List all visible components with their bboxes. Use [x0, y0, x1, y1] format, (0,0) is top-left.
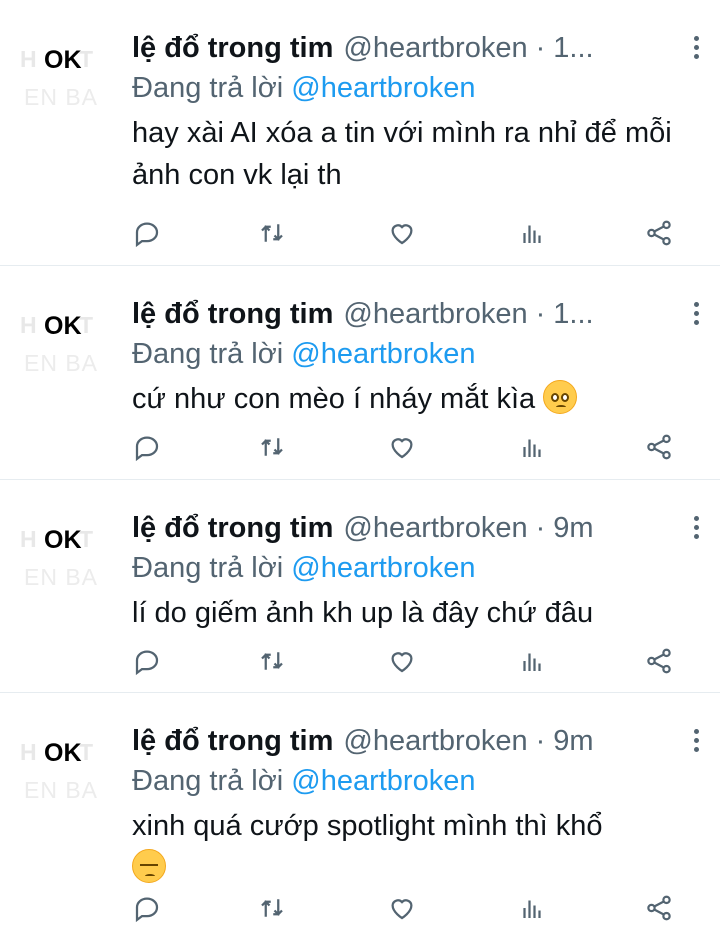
avatar-ghost-text: EN BA	[24, 84, 99, 106]
retweet-icon[interactable]	[257, 218, 289, 248]
reply-icon[interactable]	[132, 432, 164, 462]
more-options-icon[interactable]	[686, 729, 706, 759]
tweet-text-body: hay xài AI xóa a tin với mình ra nhỉ để …	[132, 117, 672, 191]
reply-icon[interactable]	[132, 646, 164, 676]
like-icon[interactable]	[387, 893, 419, 923]
avatar-ghost-text: EN BA	[24, 564, 99, 586]
reply-mention-link[interactable]: @heartbroken	[291, 552, 475, 584]
reply-prefix: Đang trả lời	[132, 72, 284, 104]
display-name[interactable]: lệ đổ trong tim	[132, 294, 333, 334]
reply-prefix: Đang trả lời	[132, 765, 284, 797]
tweet-text: xinh quá cướp spotlight mình thì khổ	[132, 805, 706, 889]
like-icon[interactable]	[387, 646, 419, 676]
views-icon[interactable]	[517, 646, 549, 676]
tweet-content: lệ đổ trong tim @heartbroken · 1... Đang…	[132, 28, 706, 196]
tweet-content: lệ đổ trong tim @heartbroken · 9m Đang t…	[132, 721, 706, 889]
avatar-ghost-text: EN BA	[24, 350, 99, 372]
reply-mention-link[interactable]: @heartbroken	[291, 72, 475, 104]
tweet-text: lí do giếm ảnh kh up là đây chứ đâu	[132, 592, 706, 634]
separator: ·	[535, 32, 546, 64]
avatar[interactable]: H T EN BA OK	[20, 506, 114, 586]
tweet-actions	[132, 893, 677, 923]
reply-prefix: Đang trả lời	[132, 338, 284, 370]
tweet[interactable]: H T EN BA OK lệ đổ trong tim @heartbroke…	[0, 480, 720, 693]
avatar[interactable]: H T EN BA OK	[20, 292, 114, 372]
retweet-icon[interactable]	[257, 432, 289, 462]
avatar-label: OK	[44, 739, 82, 767]
reply-context: Đang trả lời @heartbroken	[132, 548, 706, 588]
views-icon[interactable]	[517, 893, 549, 923]
tweet-text: hay xài AI xóa a tin với mình ra nhỉ để …	[132, 112, 706, 196]
timestamp[interactable]: 1...	[553, 28, 593, 68]
reply-context: Đang trả lời @heartbroken	[132, 761, 706, 801]
tweet-content: lệ đổ trong tim @heartbroken · 9m Đang t…	[132, 508, 706, 634]
reply-prefix: Đang trả lời	[132, 552, 284, 584]
separator: ·	[535, 298, 546, 330]
tweet-header: lệ đổ trong tim @heartbroken · 9m	[132, 508, 706, 548]
tweet-header: lệ đổ trong tim @heartbroken · 9m	[132, 721, 706, 761]
avatar-label: OK	[44, 526, 82, 554]
tweet-text-body: xinh quá cướp spotlight mình thì khổ	[132, 810, 603, 842]
tweet-actions	[132, 646, 677, 676]
views-icon[interactable]	[517, 218, 549, 248]
tweet-text: cứ như con mèo í nháy mắt kìa	[132, 378, 706, 420]
display-name[interactable]: lệ đổ trong tim	[132, 508, 333, 548]
like-icon[interactable]	[387, 218, 419, 248]
tweet-header: lệ đổ trong tim @heartbroken · 1...	[132, 28, 706, 68]
share-icon[interactable]	[644, 646, 676, 676]
tweet-text-body: lí do giếm ảnh kh up là đây chứ đâu	[132, 597, 594, 629]
timestamp[interactable]: 9m	[553, 721, 593, 761]
tweet[interactable]: H T EN BA OK lệ đổ trong tim @heartbroke…	[0, 0, 720, 266]
avatar-label: OK	[44, 46, 82, 74]
user-handle[interactable]: @heartbroken	[343, 28, 527, 68]
display-name[interactable]: lệ đổ trong tim	[132, 721, 333, 761]
timestamp[interactable]: 1...	[553, 294, 593, 334]
share-icon[interactable]	[644, 432, 676, 462]
avatar[interactable]: H T EN BA OK	[20, 26, 114, 106]
tired-face-icon	[132, 849, 166, 883]
share-icon[interactable]	[644, 893, 676, 923]
reply-icon[interactable]	[132, 893, 164, 923]
reply-context: Đang trả lời @heartbroken	[132, 334, 706, 374]
user-handle[interactable]: @heartbroken	[343, 721, 527, 761]
pleading-face-icon	[543, 380, 578, 414]
tweet-actions	[132, 432, 677, 462]
views-icon[interactable]	[517, 432, 549, 462]
reply-context: Đang trả lời @heartbroken	[132, 68, 706, 108]
retweet-icon[interactable]	[257, 646, 289, 676]
share-icon[interactable]	[644, 218, 676, 248]
avatar-ghost-text: EN BA	[24, 777, 99, 799]
retweet-icon[interactable]	[257, 893, 289, 923]
reply-icon[interactable]	[132, 218, 164, 248]
reply-mention-link[interactable]: @heartbroken	[291, 338, 475, 370]
more-options-icon[interactable]	[686, 36, 706, 66]
tweet-content: lệ đổ trong tim @heartbroken · 1... Đang…	[132, 294, 706, 420]
user-handle[interactable]: @heartbroken	[343, 294, 527, 334]
more-options-icon[interactable]	[686, 302, 706, 332]
tweet-header: lệ đổ trong tim @heartbroken · 1...	[132, 294, 706, 334]
reply-mention-link[interactable]: @heartbroken	[291, 765, 475, 797]
tweet-text-body: cứ như con mèo í nháy mắt kìa	[132, 383, 536, 415]
separator: ·	[535, 725, 546, 757]
user-handle[interactable]: @heartbroken	[343, 508, 527, 548]
more-options-icon[interactable]	[686, 516, 706, 546]
separator: ·	[535, 512, 546, 544]
avatar-label: OK	[44, 312, 82, 340]
display-name[interactable]: lệ đổ trong tim	[132, 28, 333, 68]
like-icon[interactable]	[387, 432, 419, 462]
tweet[interactable]: H T EN BA OK lệ đổ trong tim @heartbroke…	[0, 266, 720, 480]
avatar[interactable]: H T EN BA OK	[20, 719, 114, 799]
timestamp[interactable]: 9m	[553, 508, 593, 548]
tweet-actions	[132, 218, 677, 248]
tweet[interactable]: H T EN BA OK lệ đổ trong tim @heartbroke…	[0, 693, 720, 941]
